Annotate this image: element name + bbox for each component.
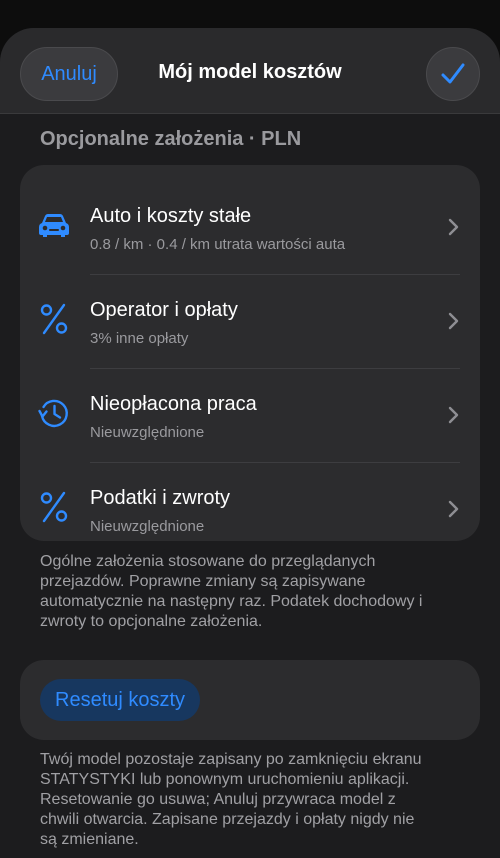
history-clock-icon <box>36 395 72 431</box>
page-title: Mój model kosztów <box>158 61 342 83</box>
footnote-line: przejazdów. Poprawne zmiany są zapisywan… <box>40 573 366 590</box>
list-item-taxes-refunds[interactable]: Podatki i zwroty Nieuwzględnione <box>20 463 480 557</box>
reset-card: Resetuj koszty <box>20 660 480 740</box>
reset-costs-button[interactable]: Resetuj koszty <box>40 679 201 721</box>
list-item-car-costs[interactable]: Auto i koszty stałe 0.8 / km · 0.4 / km … <box>20 181 480 275</box>
list-item-subtitle: Nieuwzględnione <box>90 424 205 441</box>
list-item-subtitle: 3% inne opłaty <box>90 330 189 347</box>
list-item-title: Operator i opłaty <box>90 299 238 321</box>
footnote-line: automatycznie na następny raz. Podatek d… <box>40 593 423 610</box>
chevron-right-icon <box>448 312 459 330</box>
car-icon <box>36 207 72 243</box>
section-header: Opcjonalne założenia · PLN <box>40 128 302 150</box>
reset-costs-label: Resetuj koszty <box>55 688 186 711</box>
chevron-right-icon <box>448 500 459 518</box>
list-item-title: Nieopłacona praca <box>90 393 257 415</box>
footnote-line: są zmieniane. <box>40 831 139 848</box>
chevron-right-icon <box>448 218 459 236</box>
footnote-line: chwili otwarcia. Zapisane przejazdy i op… <box>40 811 415 828</box>
list-item-title: Auto i koszty stałe <box>90 205 252 227</box>
footnote-line: zwroty to opcjonalne założenia. <box>40 613 263 630</box>
assumptions-footnote: Ogólne założenia stosowane do przeglądan… <box>40 552 460 632</box>
assumptions-list: Auto i koszty stałe 0.8 / km · 0.4 / km … <box>20 165 480 541</box>
bottom-sheet: Anuluj Mój model kosztów Opcjonalne zało… <box>0 28 500 858</box>
reset-footnote: Twój model pozostaje zapisany po zamknię… <box>40 750 460 850</box>
list-item-title: Podatki i zwroty <box>90 487 231 509</box>
footnote-line: Ogólne założenia stosowane do przeglądan… <box>40 553 376 570</box>
list-item-subtitle: 0.8 / km · 0.4 / km utrata wartości auta <box>90 236 346 253</box>
list-item-operator-fees[interactable]: Operator i opłaty 3% inne opłaty <box>20 275 480 369</box>
percent-icon <box>36 301 72 337</box>
footnote-line: Twój model pozostaje zapisany po zamknię… <box>40 751 422 768</box>
list-item-subtitle: Nieuwzględnione <box>90 518 205 535</box>
list-item-unpaid-work[interactable]: Nieopłacona praca Nieuwzględnione <box>20 369 480 463</box>
navigation-bar: Anuluj Mój model kosztów <box>0 28 500 114</box>
footnote-line: STATYSTYKI lub ponownym uruchomieniu apl… <box>40 771 410 788</box>
confirm-button[interactable] <box>426 47 480 101</box>
checkmark-icon <box>441 63 465 84</box>
percent-icon <box>36 489 72 525</box>
footnote-line: Resetowanie go usuwa; Anuluj przywraca m… <box>40 791 396 808</box>
chevron-right-icon <box>448 406 459 424</box>
